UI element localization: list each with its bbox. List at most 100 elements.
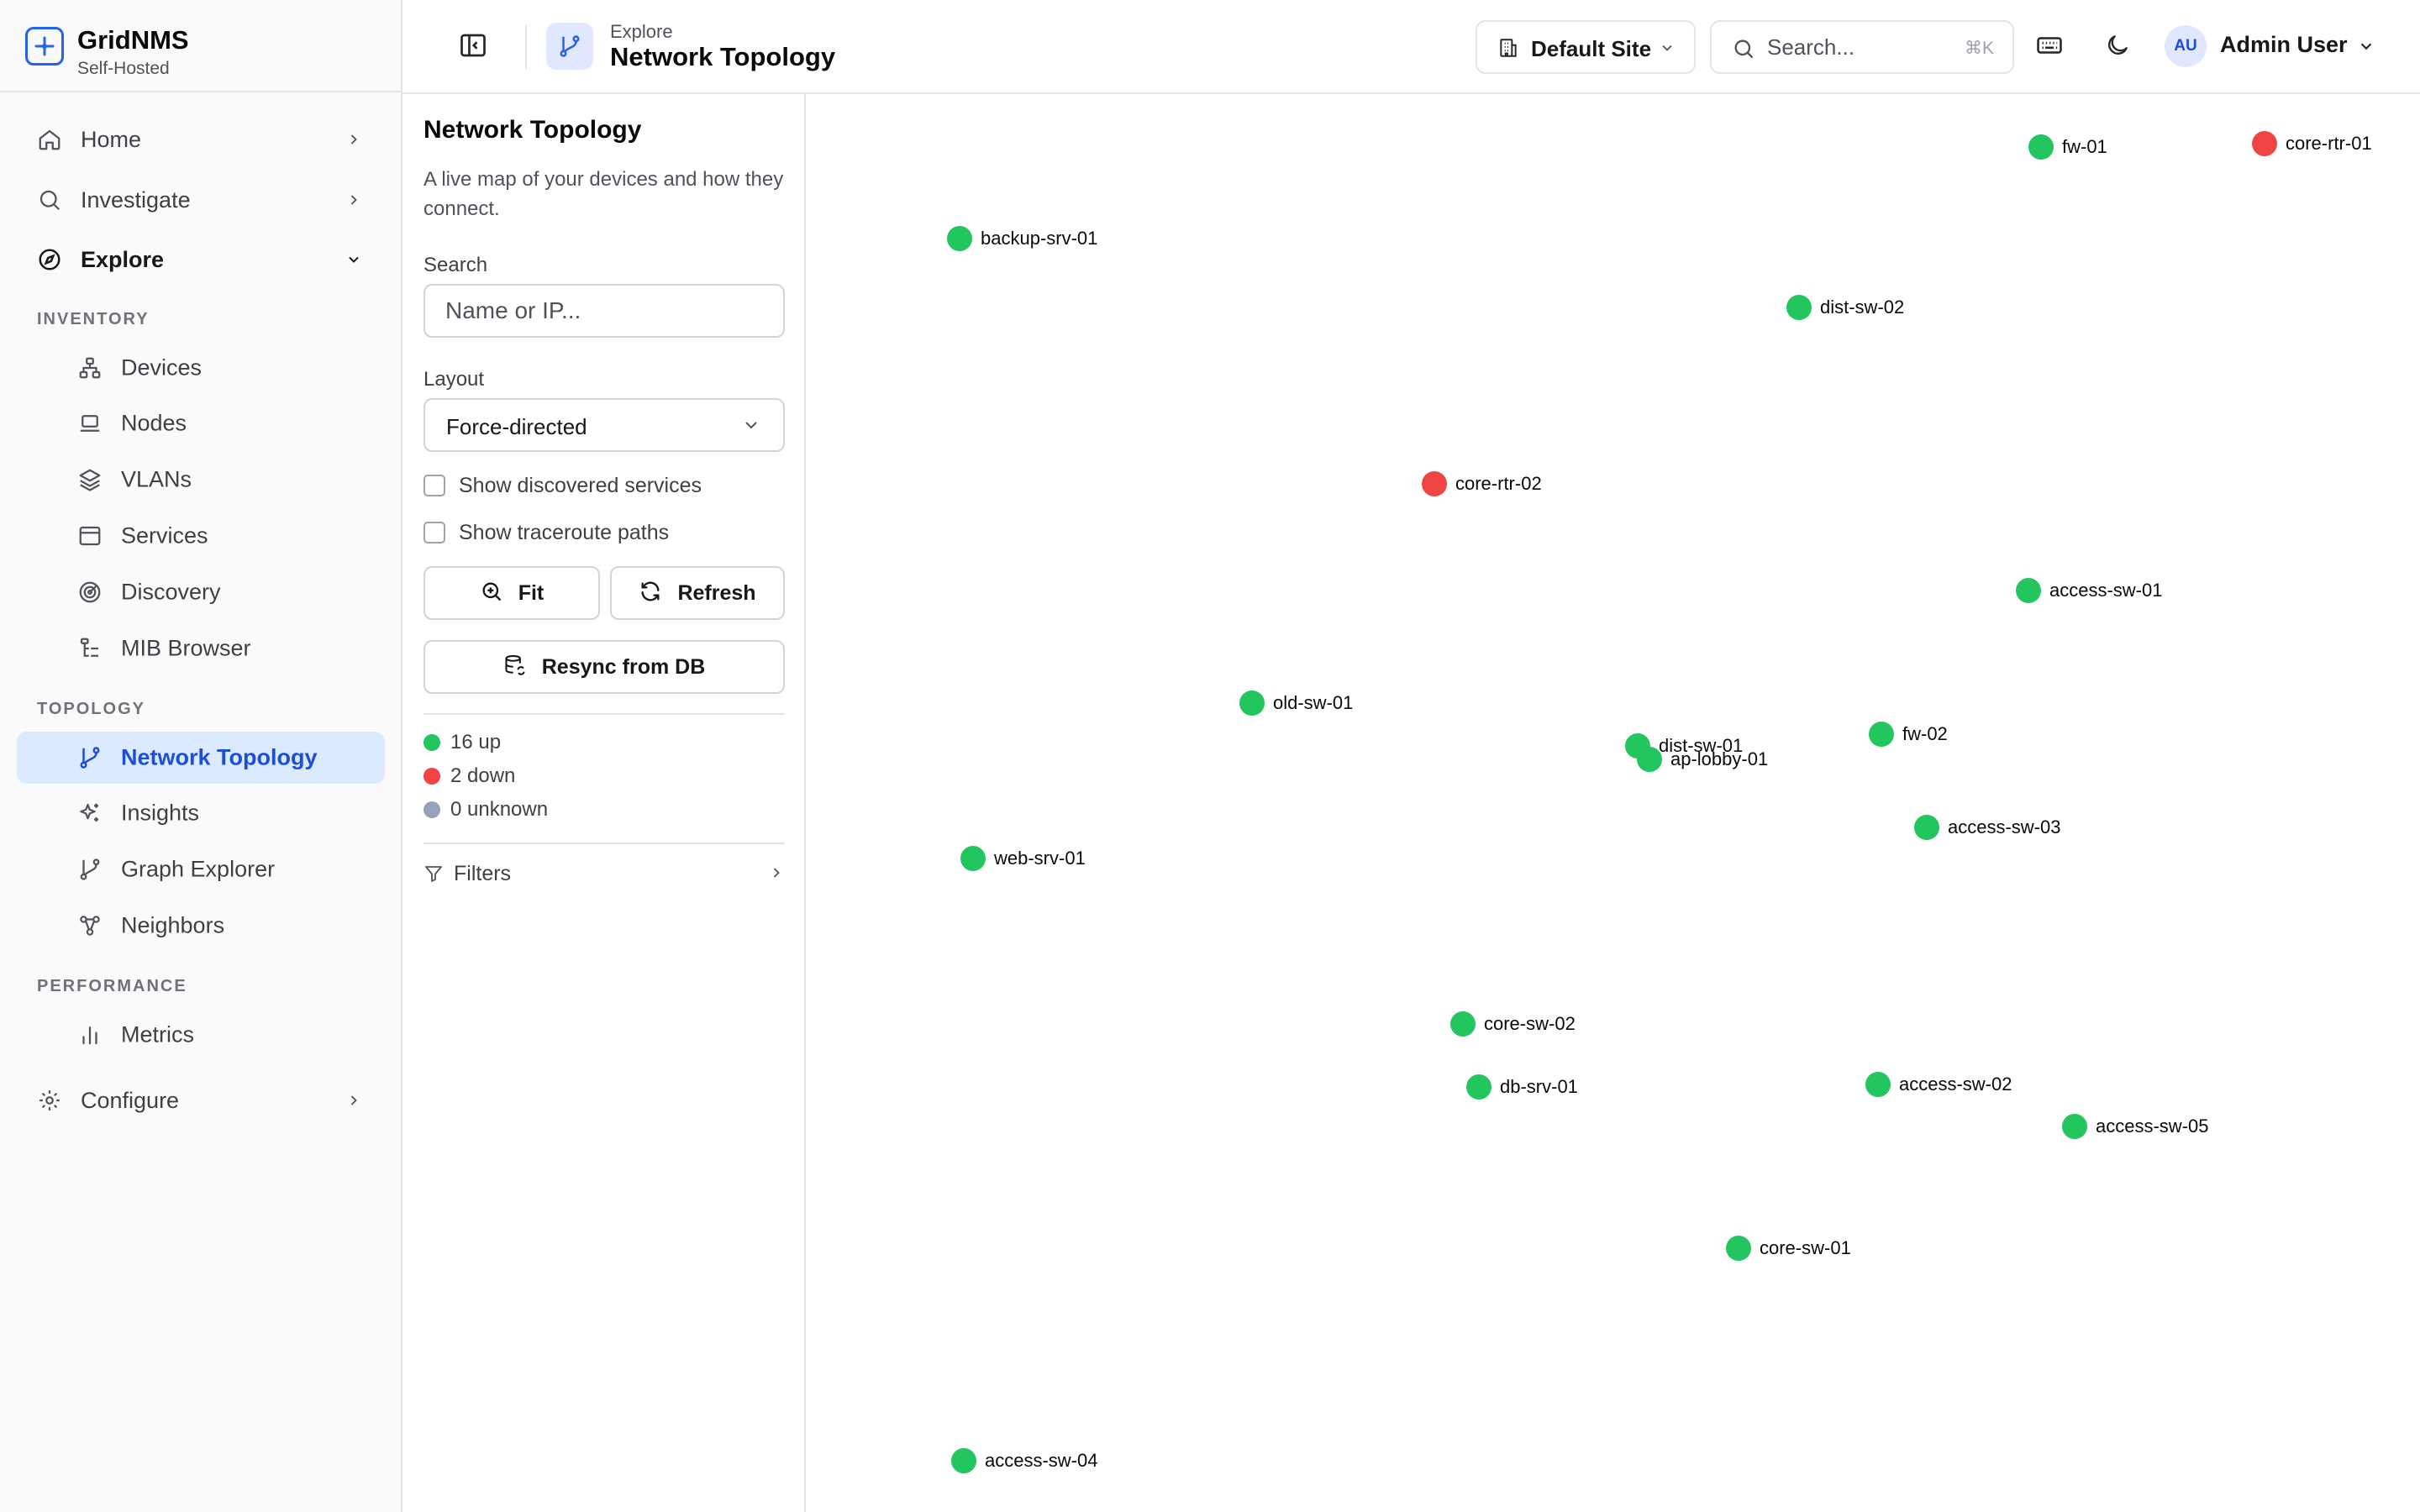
nav-explore[interactable]: Explore: [17, 234, 385, 286]
status-dot-up: [424, 734, 440, 751]
fit-button-label: Fit: [518, 580, 544, 605]
node-fw-01[interactable]: fw-01: [2028, 134, 2107, 160]
share-nodes-icon: [76, 911, 104, 940]
node-status-dot: [1786, 295, 1812, 320]
node-search-input[interactable]: [424, 284, 785, 338]
node-access-sw-01[interactable]: access-sw-01: [2016, 578, 2162, 603]
node-old-sw-01[interactable]: old-sw-01: [1239, 690, 1353, 716]
node-backup-srv-01[interactable]: backup-srv-01: [947, 226, 1097, 251]
node-label: core-rtr-01: [2286, 133, 2372, 154]
sidebar-item-neighbors[interactable]: Neighbors: [17, 900, 385, 952]
filters-toggle[interactable]: Filters: [424, 853, 785, 894]
chevron-right-icon: [343, 189, 365, 211]
show-services-checkbox[interactable]: Show discovered services: [424, 472, 702, 499]
theme-toggle-button[interactable]: [2097, 27, 2138, 67]
git-branch-icon: [546, 23, 593, 70]
top-header: Explore Network Topology Default Site ⌘K…: [402, 0, 2420, 94]
status-up-count: 16 up: [450, 731, 502, 753]
node-core-sw-01[interactable]: core-sw-01: [1726, 1236, 1851, 1261]
nav-investigate[interactable]: Investigate: [17, 174, 385, 226]
building-icon: [1497, 37, 1519, 63]
node-web-srv-01[interactable]: web-srv-01: [960, 846, 1086, 871]
sidebar-item-label: Nodes: [121, 410, 187, 436]
laptop-icon: [76, 409, 104, 438]
nav-home[interactable]: Home: [17, 113, 385, 165]
node-status-dot: [960, 846, 986, 871]
sidebar-item-metrics[interactable]: Metrics: [17, 1009, 385, 1061]
node-label: core-rtr-02: [1455, 473, 1542, 494]
checkbox[interactable]: [424, 522, 445, 543]
node-core-rtr-02[interactable]: core-rtr-02: [1422, 471, 1542, 496]
sidebar-item-devices[interactable]: Devices: [17, 342, 385, 394]
site-selector[interactable]: Default Site: [1476, 20, 1696, 74]
node-status-dot: [947, 226, 972, 251]
search-icon: [35, 186, 64, 214]
node-access-sw-04[interactable]: access-sw-04: [951, 1448, 1097, 1473]
toggle-sidebar-button[interactable]: [453, 27, 493, 67]
sidebar-item-label: MIB Browser: [121, 635, 251, 661]
node-access-sw-03[interactable]: access-sw-03: [1914, 815, 2060, 840]
user-menu-name[interactable]: Admin User: [2220, 32, 2348, 58]
sidebar-item-vlans[interactable]: VLANs: [17, 454, 385, 506]
zoom-in-icon: [480, 580, 503, 607]
node-dist-sw-02[interactable]: dist-sw-02: [1786, 295, 1904, 320]
chevron-down-icon: [343, 249, 365, 270]
sidebar-item-services[interactable]: Services: [17, 510, 385, 562]
node-status-dot: [1869, 722, 1894, 747]
sidebar-item-label: Services: [121, 522, 208, 549]
global-search[interactable]: ⌘K: [1710, 20, 2014, 74]
fit-button[interactable]: Fit: [424, 566, 600, 620]
breadcrumb[interactable]: Explore: [610, 21, 673, 43]
topology-control-panel: Network Topology A live map of your devi…: [402, 94, 806, 1512]
brand: GridNMS Self-Hosted: [0, 0, 401, 92]
keyboard-shortcuts-button[interactable]: [2029, 27, 2070, 67]
node-label: access-sw-03: [1948, 816, 2061, 837]
search-shortcut: ⌘K: [1964, 39, 1994, 58]
app-window-icon: [76, 522, 104, 550]
section-topology: TOPOLOGY: [37, 700, 145, 718]
node-label: web-srv-01: [994, 848, 1086, 869]
checkbox[interactable]: [424, 475, 445, 496]
layout-select[interactable]: Force-directed: [424, 398, 785, 452]
nav-explore-label: Explore: [81, 246, 165, 272]
node-access-sw-05[interactable]: access-sw-05: [2062, 1114, 2208, 1139]
node-ap-lobby-01[interactable]: ap-lobby-01: [1637, 747, 1768, 772]
refresh-button[interactable]: Refresh: [610, 566, 785, 620]
node-label: db-srv-01: [1500, 1076, 1578, 1097]
layout-select-value: Force-directed: [446, 414, 587, 439]
nav-configure[interactable]: Configure: [17, 1074, 385, 1126]
sidebar-item-nodes[interactable]: Nodes: [17, 397, 385, 449]
node-db-srv-01[interactable]: db-srv-01: [1466, 1074, 1578, 1100]
chevron-right-icon: [343, 1089, 365, 1111]
node-label: access-sw-01: [2049, 580, 2163, 601]
global-search-input[interactable]: [1767, 32, 1944, 62]
avatar[interactable]: AU: [2165, 25, 2207, 67]
sidebar-item-label: Insights: [121, 800, 200, 826]
node-access-sw-02[interactable]: access-sw-02: [1865, 1072, 2012, 1097]
node-label: ap-lobby-01: [1670, 748, 1769, 769]
database-refresh-icon: [503, 654, 527, 681]
search-label: Search: [424, 254, 488, 276]
site-selector-label: Default Site: [1531, 36, 1652, 61]
show-traceroute-checkbox[interactable]: Show traceroute paths: [424, 519, 669, 546]
sidebar-item-mib-browser[interactable]: MIB Browser: [17, 622, 385, 675]
node-core-sw-02[interactable]: core-sw-02: [1450, 1011, 1576, 1037]
node-status-dot: [1726, 1236, 1751, 1261]
panel-divider: [424, 713, 785, 715]
sidebar-item-label: Graph Explorer: [121, 856, 276, 882]
sidebar-item-discovery[interactable]: Discovery: [17, 566, 385, 618]
nav-configure-label: Configure: [81, 1087, 180, 1113]
search-icon: [1732, 37, 1755, 65]
git-branch-icon: [76, 743, 104, 772]
resync-button[interactable]: Resync from DB: [424, 640, 785, 694]
topology-canvas[interactable]: fw-01 core-rtr-01 backup-srv-01 dist-sw-…: [808, 94, 2420, 1512]
node-core-rtr-01[interactable]: core-rtr-01: [2252, 131, 2372, 156]
sidebar-item-network-topology[interactable]: Network Topology: [17, 732, 385, 784]
sidebar-item-graph-explorer[interactable]: Graph Explorer: [17, 843, 385, 895]
status-unknown-count: 0 unknown: [450, 798, 549, 821]
sidebar-item-insights[interactable]: Insights: [17, 787, 385, 839]
compass-icon: [35, 245, 64, 274]
chevron-down-icon[interactable]: [2357, 37, 2375, 60]
node-fw-02[interactable]: fw-02: [1869, 722, 1948, 747]
tree-list-icon: [76, 634, 104, 663]
